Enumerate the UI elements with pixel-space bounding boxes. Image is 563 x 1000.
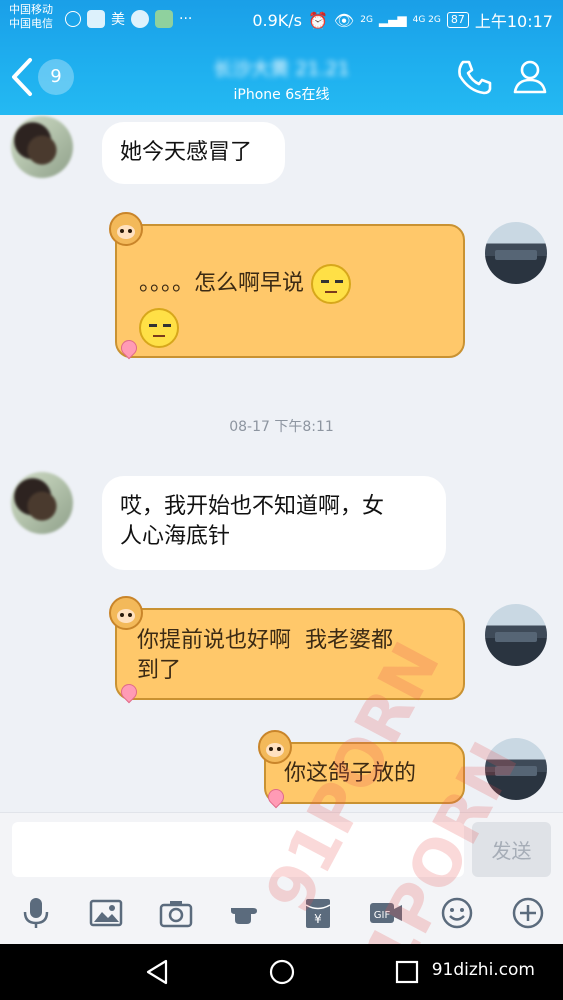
contact-avatar[interactable] — [11, 472, 73, 534]
message-bubble-incoming[interactable]: 她今天感冒了 — [102, 122, 285, 184]
message-content: 。。。。怎么啊早说 — [139, 264, 439, 348]
watermark-url: 91dizhi.com — [431, 960, 535, 980]
app-icon — [155, 10, 173, 28]
message-content: 你这鸽子放的 — [284, 759, 416, 789]
more-dots: ··· — [179, 11, 193, 27]
my-avatar[interactable] — [485, 604, 547, 666]
camera-icon — [159, 901, 193, 928]
eye-icon: 👁 — [333, 10, 355, 30]
message-content: 你提前说也好啊 我老婆都 到了 — [137, 626, 447, 686]
input-bar: 发送 ¥ GIF — [0, 812, 563, 944]
gif-button[interactable]: GIF — [366, 893, 406, 933]
red-packet-icon: ¥ — [305, 899, 331, 928]
image-icon — [89, 899, 123, 927]
doubt-face-emoji-icon — [311, 264, 352, 304]
red-packet-button[interactable]: ¥ — [298, 893, 338, 933]
chat-icon — [131, 10, 149, 28]
message-text: 。。。。怎么啊早说 — [139, 271, 305, 296]
hand-icon — [231, 908, 257, 924]
status-right: 0.9K/s ⏰ 👁 2G ▂▄▆ 4G 2G 87 上午10:17 — [252, 8, 553, 32]
wifi-hotspot-icon — [65, 11, 81, 27]
message-bubble-outgoing[interactable]: 你提前说也好啊 我老婆都 到了 — [109, 596, 465, 704]
message-text: 哎，我开始也不知道啊，女 人心海底针 — [120, 494, 385, 549]
qq-icon — [87, 10, 105, 28]
app-label: 美 — [111, 12, 125, 28]
monkey-sticker-icon — [109, 596, 143, 630]
emoji-button[interactable] — [437, 893, 477, 933]
my-avatar[interactable] — [485, 222, 547, 284]
message-input[interactable] — [12, 822, 464, 877]
carrier-info: 中国移动 中国电信 — [9, 3, 53, 31]
peach-sticker-icon — [117, 336, 141, 360]
android-nav-bar: 91dizhi.com — [0, 944, 563, 1000]
mic-icon — [23, 898, 49, 928]
battery-indicator: 87 — [446, 12, 469, 28]
image-button[interactable] — [86, 893, 126, 933]
message-bubble-incoming[interactable]: 哎，我开始也不知道啊，女 人心海底针 — [102, 476, 446, 570]
message-text: 你提前说也好啊 我老婆都 到了 — [137, 628, 393, 683]
message-bubble-outgoing[interactable]: 你这鸽子放的 — [258, 730, 465, 809]
clock: 上午10:17 — [474, 12, 553, 31]
status-app-icons: 美 ··· — [65, 9, 192, 29]
more-button[interactable] — [508, 893, 548, 933]
monkey-sticker-icon — [109, 212, 143, 246]
message-text: 你这鸽子放的 — [284, 761, 417, 786]
message-bubble-outgoing[interactable]: 。。。。怎么啊早说 — [109, 212, 465, 360]
send-button[interactable]: 发送 — [472, 822, 551, 877]
message-text: 她今天感冒了 — [120, 140, 253, 165]
nav-home-icon[interactable] — [267, 957, 297, 987]
emoji-icon — [441, 897, 473, 929]
top-bar: 中国移动 中国电信 美 ··· 0.9K/s ⏰ 👁 2G ▂▄▆ 4G 2G … — [0, 0, 563, 115]
camera-button[interactable] — [156, 893, 196, 933]
profile-icon[interactable] — [511, 57, 549, 95]
net-speed: 0.9K/s — [252, 10, 302, 30]
contact-avatar[interactable] — [11, 116, 73, 178]
carrier-1: 中国移动 — [9, 3, 53, 16]
peach-sticker-icon — [264, 785, 288, 809]
my-avatar[interactable] — [485, 738, 547, 800]
svg-text:¥: ¥ — [314, 912, 322, 926]
nav-back-icon[interactable] — [142, 957, 172, 987]
network-1: 2G — [360, 15, 373, 25]
status-bar: 中国移动 中国电信 美 ··· 0.9K/s ⏰ 👁 2G ▂▄▆ 4G 2G … — [0, 0, 563, 38]
gif-icon: GIF — [370, 903, 402, 923]
signal-icon: ▂▄▆ — [378, 13, 407, 27]
nav-recents-icon[interactable] — [392, 957, 422, 987]
plus-icon — [512, 897, 544, 929]
poke-button[interactable] — [226, 893, 266, 933]
svg-text:GIF: GIF — [374, 910, 391, 921]
network-2: 4G 2G — [412, 15, 441, 25]
carrier-2: 中国电信 — [9, 17, 53, 30]
alarm-icon: ⏰ — [307, 10, 328, 30]
phone-call-icon[interactable] — [455, 58, 493, 96]
doubt-face-emoji-icon — [139, 308, 179, 348]
message-timestamp: 08-17 下午8:11 — [229, 419, 334, 435]
voice-button[interactable] — [16, 893, 56, 933]
